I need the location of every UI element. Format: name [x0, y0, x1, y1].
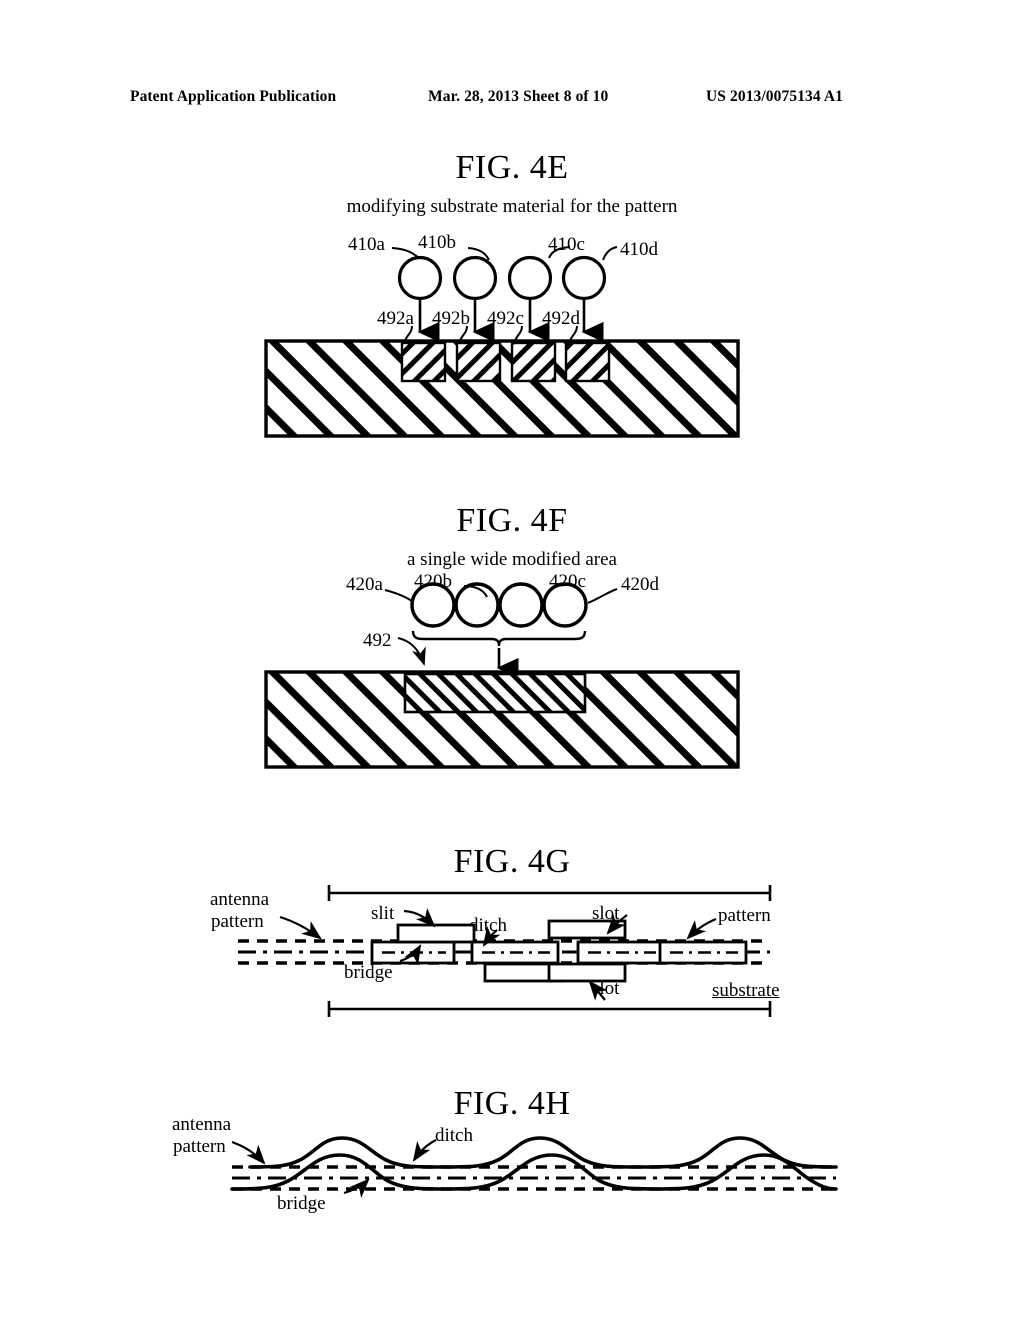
fig4h-label-ditch: ditch [435, 1125, 473, 1146]
fig4h-wave-upper [248, 1136, 838, 1169]
fig4e-beam-circles [397, 255, 607, 301]
fig4f-label-492: 492 [363, 630, 392, 651]
fig4f-label-420a: 420a [346, 574, 383, 595]
fig4e-title: FIG. 4E [455, 149, 569, 186]
fig4g-label-pattern2: pattern [211, 911, 264, 932]
fig4e-caption: modifying substrate material for the pat… [346, 196, 678, 217]
fig4f-label-420b: 420b [414, 571, 452, 592]
fig4f-substrate-label: substrate [283, 734, 351, 755]
fig4g-label-bridge: bridge [344, 962, 393, 983]
fig4h-label-pattern: pattern [173, 1136, 226, 1157]
fig4g-slit-slot-boxes [396, 919, 627, 983]
fig4f-modified-region [403, 672, 587, 714]
fig4f-substrate-ref: 402 [684, 734, 713, 755]
fig4g-label-antenna: antenna [210, 889, 270, 910]
fig4g-label-pattern: pattern [718, 905, 771, 926]
fig4g-pattern-boxes [370, 940, 748, 965]
header-patent-number: US 2013/0075134 A1 [706, 88, 844, 105]
header-date-sheet: Mar. 28, 2013 Sheet 8 of 10 [428, 88, 609, 105]
fig4f-brace [411, 630, 587, 647]
fig4e-substrate-ref: 402 [684, 404, 713, 425]
fig4e-label-492d: 492d [542, 308, 580, 329]
fig4g-title: FIG. 4G [453, 843, 571, 880]
fig4e-modified-regions [400, 341, 611, 383]
fig4h-pattern-lines [232, 1165, 836, 1191]
fig4g-label-substrate: substrate [712, 980, 780, 1001]
fig4g-pattern-lines [238, 939, 770, 965]
fig4g-label-slit: slit [371, 903, 395, 924]
fig4g-label-slot-top: slot [592, 903, 620, 924]
fig4f-label-420d: 420d [621, 574, 659, 595]
fig4e-substrate-label: substrate [283, 404, 351, 425]
fig4e-label-410c: 410c [548, 234, 585, 255]
fig4f-label-420c: 420c [549, 571, 586, 592]
fig4h-title: FIG. 4H [453, 1085, 571, 1122]
fig4e-label-410d: 410d [620, 239, 658, 260]
fig4g-label-ditch: ditch [469, 915, 507, 936]
fig4f-caption: a single wide modified area [407, 549, 617, 570]
fig4e-label-410b: 410b [418, 232, 456, 253]
fig4h-label-bridge: bridge [277, 1193, 326, 1214]
fig4h-leaders [231, 1139, 437, 1199]
fig4e-label-492b: 492b [432, 308, 470, 329]
fig4f-leaders [384, 584, 618, 666]
fig4f-title: FIG. 4F [456, 502, 568, 539]
fig4e-label-410a: 410a [348, 234, 385, 255]
header-publication: Patent Application Publication [130, 88, 337, 105]
fig4g-label-slot-bot: slot [592, 978, 620, 999]
fig4e-label-492a: 492a [377, 308, 414, 329]
fig4h-wave-lower [230, 1153, 838, 1191]
fig4g-extent-lines [327, 885, 772, 1017]
fig4e-label-492c: 492c [487, 308, 524, 329]
patent-figure-sheet: Patent Application Publication Mar. 28, … [0, 0, 1024, 1320]
fig4h-label-antenna: antenna [172, 1114, 232, 1135]
